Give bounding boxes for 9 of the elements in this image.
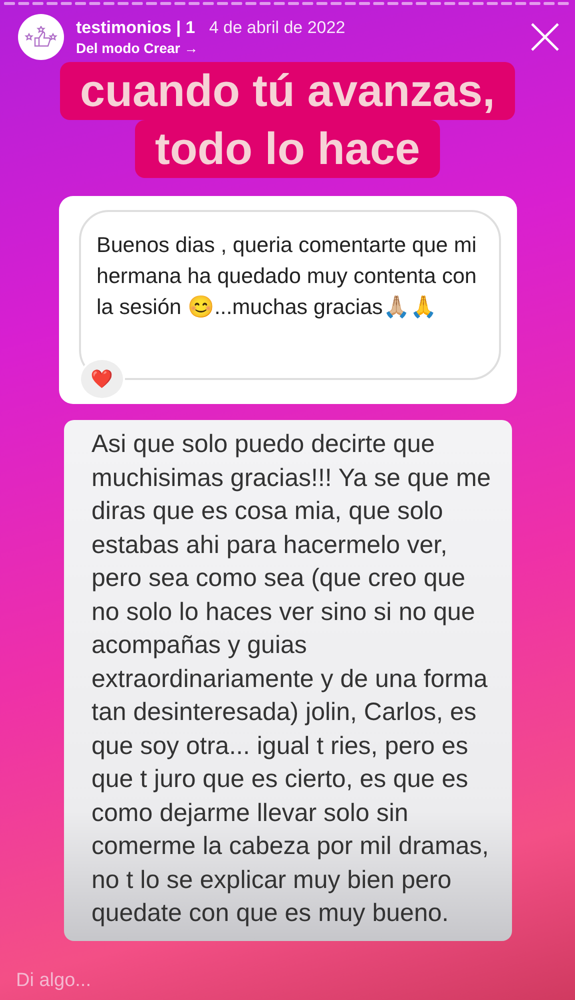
thumbs-up-stars-icon <box>24 26 58 48</box>
post-date: 4 de abril de 2022 <box>209 18 346 38</box>
long-message-text: Asi que solo puedo decirte que muchisimas gracias!!! Ya se que me diras que es cosa mia, que solo estabas ahi para hacermelo ver, pero sea como sea (que creo que no solo lo haces ver sino si no que acompañas y guias extraordinariamente y de una forma tan desinteresada) jolin, Carlos, es que soy otra... igual t ries, pero es que t juro que es cierto, es que es como dejarme llevar solo sin comerme la cabeza por mil dramas, no t lo se explicar muy bien pero quedate con que es muy bueno. <box>64 420 512 940</box>
headline-text: todo lo hace <box>134 120 440 178</box>
close-icon[interactable] <box>529 21 561 53</box>
source-link[interactable]: Del modo Crear → <box>76 40 517 56</box>
account-name[interactable]: testimonios | 1 <box>76 18 196 38</box>
headline-text: cuando tú avanzas, <box>60 62 516 120</box>
profile-avatar[interactable] <box>18 14 64 60</box>
